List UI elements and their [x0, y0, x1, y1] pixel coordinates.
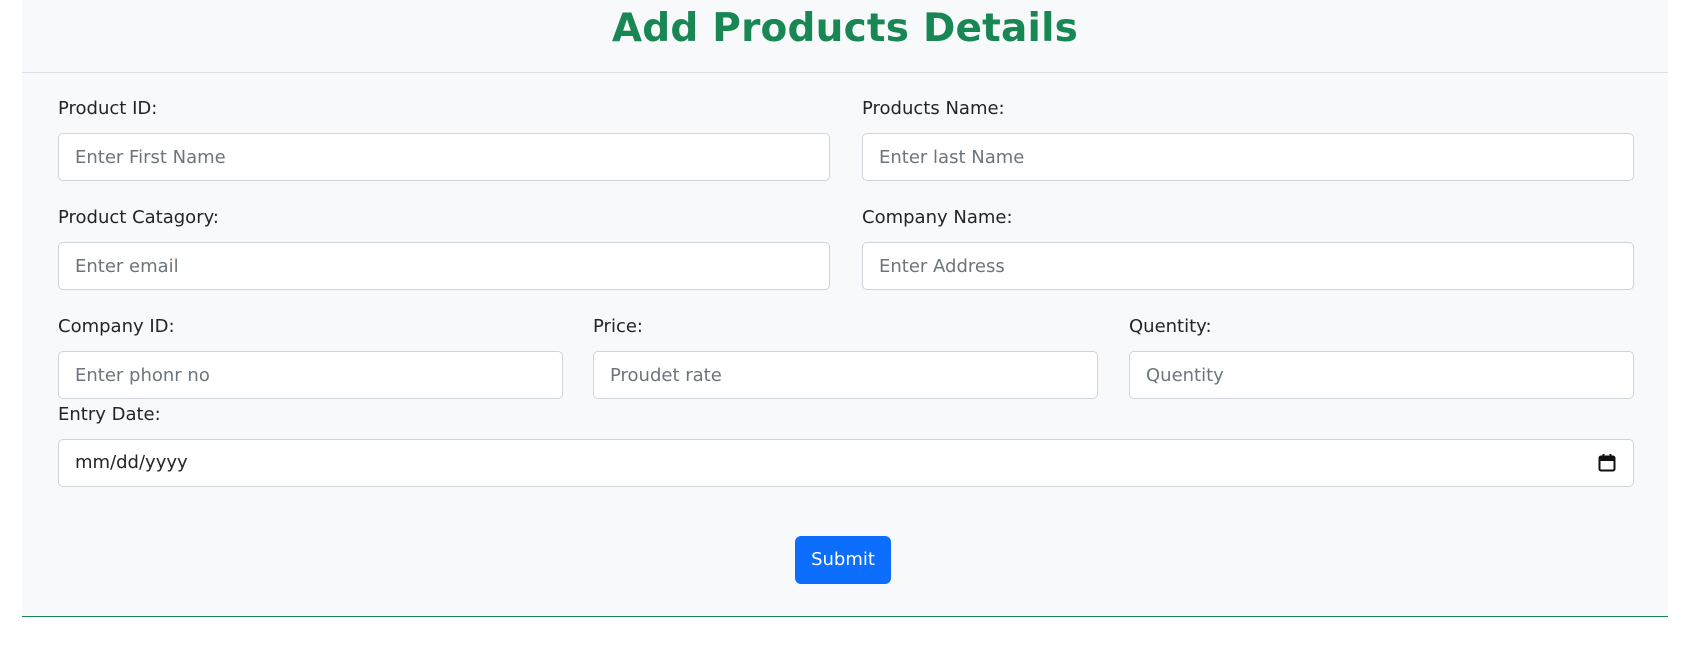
price-input[interactable]	[593, 351, 1098, 399]
product-category-input[interactable]	[58, 242, 830, 290]
entry-date-label: Entry Date:	[58, 404, 161, 425]
product-category-label: Product Catagory:	[58, 207, 219, 228]
price-label: Price:	[593, 316, 643, 337]
product-name-input[interactable]	[862, 133, 1634, 181]
product-name-label: Products Name:	[862, 98, 1005, 119]
product-id-input[interactable]	[58, 133, 830, 181]
quantity-input[interactable]	[1129, 351, 1634, 399]
entry-date-value: mm/dd/yyyy	[75, 452, 188, 473]
page-title: Add Products Details	[611, 6, 1079, 51]
product-form-card: Add Products Details Product ID: Product…	[22, 0, 1668, 617]
card-header: Add Products Details	[22, 0, 1668, 73]
quantity-label: Quentity:	[1129, 316, 1212, 337]
company-id-input[interactable]	[58, 351, 563, 399]
company-id-label: Company ID:	[58, 316, 175, 337]
submit-button[interactable]: Submit	[795, 536, 891, 584]
company-name-label: Company Name:	[862, 207, 1013, 228]
calendar-icon[interactable]	[1597, 453, 1617, 473]
entry-date-input[interactable]: mm/dd/yyyy	[58, 439, 1634, 487]
company-name-input[interactable]	[862, 242, 1634, 290]
product-id-label: Product ID:	[58, 98, 158, 119]
